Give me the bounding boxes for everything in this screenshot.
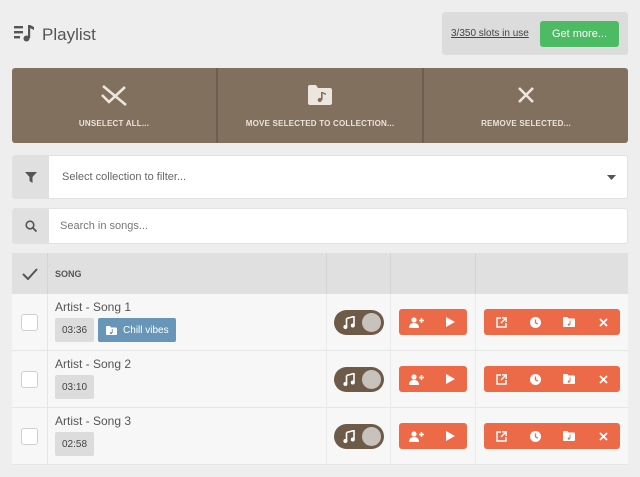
add-user-button[interactable] [399, 423, 433, 449]
collection-filter-select[interactable]: Select collection to filter... [12, 155, 628, 199]
audio-toggle[interactable] [333, 423, 384, 449]
column-header [390, 253, 475, 294]
duration-badge: 03:10 [55, 375, 95, 399]
row-action-group [484, 309, 620, 335]
open-external-button[interactable] [484, 423, 518, 449]
clock-icon [529, 316, 541, 328]
move-to-folder-button[interactable] [552, 309, 586, 335]
remove-selected-label: REMOVE SELECTED... [481, 119, 571, 128]
remove-button[interactable] [586, 423, 620, 449]
remove-selected-button[interactable]: REMOVE SELECTED... [422, 68, 628, 143]
column-header [475, 253, 628, 294]
music-folder-icon [563, 374, 575, 384]
music-note-icon [342, 372, 355, 386]
row-checkbox[interactable] [21, 313, 38, 331]
song-search [12, 208, 628, 244]
clock-icon [529, 430, 541, 442]
row-action-group [484, 423, 620, 449]
music-note-icon [342, 429, 355, 443]
music-folder-icon [106, 325, 118, 335]
page-header: Playlist [14, 22, 96, 48]
duration-badge: 03:36 [55, 318, 95, 342]
close-icon [518, 87, 534, 103]
chevron-down-icon [595, 174, 627, 180]
song-title: Artist - Song 1 [55, 300, 132, 314]
toggle-knob [361, 369, 381, 389]
select-all-checkbox[interactable] [12, 253, 47, 294]
unselect-all-label: UNSELECT ALL... [78, 119, 150, 128]
move-to-collection-button[interactable]: MOVE SELECTED TO COLLECTION... [216, 68, 422, 143]
add-user-icon [408, 316, 424, 328]
clock-icon [529, 373, 541, 385]
filter-icon [13, 156, 49, 198]
table-header: SONG [12, 253, 628, 294]
remove-button[interactable] [586, 309, 620, 335]
slots-panel: 3/350 slots in use Get more... [442, 12, 628, 55]
music-folder-icon [308, 85, 332, 105]
external-link-icon [495, 316, 507, 328]
duration-badge: 02:58 [55, 432, 95, 456]
audio-toggle[interactable] [333, 366, 384, 392]
collection-tag[interactable]: Chill vibes [98, 318, 176, 342]
external-link-icon [495, 430, 507, 442]
check-icon [21, 267, 38, 280]
song-title: Artist - Song 3 [55, 414, 132, 428]
close-icon [598, 317, 608, 327]
filter-placeholder: Select collection to filter... [62, 171, 187, 183]
schedule-button[interactable] [518, 309, 552, 335]
play-button[interactable] [433, 366, 467, 392]
close-icon [598, 431, 608, 441]
open-external-button[interactable] [484, 366, 518, 392]
remove-button[interactable] [586, 366, 620, 392]
slots-usage-link[interactable]: 3/350 slots in use [451, 28, 529, 39]
search-icon [13, 209, 49, 243]
get-more-button[interactable]: Get more... [540, 21, 619, 47]
column-header [326, 253, 390, 294]
play-button[interactable] [433, 423, 467, 449]
row-action-group [484, 366, 620, 392]
unselect-all-icon [101, 84, 127, 107]
bulk-action-bar: UNSELECT ALL... MOVE SELECTED TO COLLECT… [12, 68, 628, 143]
row-checkbox[interactable] [21, 370, 38, 388]
music-folder-icon [563, 317, 575, 327]
toggle-knob [361, 426, 381, 446]
table-row: Artist - Song 1 03:36 Chill vibes [12, 294, 628, 351]
row-play-group [399, 309, 467, 335]
toggle-knob [361, 312, 381, 332]
schedule-button[interactable] [518, 423, 552, 449]
row-play-group [399, 366, 467, 392]
play-icon [445, 374, 455, 384]
music-note-icon [342, 315, 355, 329]
add-user-button[interactable] [399, 366, 433, 392]
playlist-icon [14, 24, 34, 47]
unselect-all-button[interactable]: UNSELECT ALL... [12, 68, 216, 143]
external-link-icon [495, 373, 507, 385]
move-to-collection-label: MOVE SELECTED TO COLLECTION... [245, 119, 395, 128]
add-user-icon [408, 373, 424, 385]
add-user-button[interactable] [399, 309, 433, 335]
row-play-group [399, 423, 467, 449]
row-checkbox[interactable] [21, 427, 38, 445]
music-folder-icon [563, 431, 575, 441]
songs-table: SONG Artist - Song 1 03:36 Chill vibes A… [12, 253, 628, 465]
move-to-folder-button[interactable] [552, 366, 586, 392]
move-to-folder-button[interactable] [552, 423, 586, 449]
open-external-button[interactable] [484, 309, 518, 335]
play-icon [445, 317, 455, 327]
play-button[interactable] [433, 309, 467, 335]
collection-label: Chill vibes [123, 324, 169, 336]
song-title: Artist - Song 2 [55, 357, 132, 371]
song-column-header: SONG [47, 253, 326, 294]
close-icon [598, 374, 608, 384]
audio-toggle[interactable] [333, 309, 384, 335]
schedule-button[interactable] [518, 366, 552, 392]
play-icon [445, 431, 455, 441]
table-row: Artist - Song 3 02:58 [12, 408, 628, 465]
search-input[interactable] [49, 209, 627, 243]
table-row: Artist - Song 2 03:10 [12, 351, 628, 408]
page-title: Playlist [42, 25, 96, 44]
add-user-icon [408, 430, 424, 442]
